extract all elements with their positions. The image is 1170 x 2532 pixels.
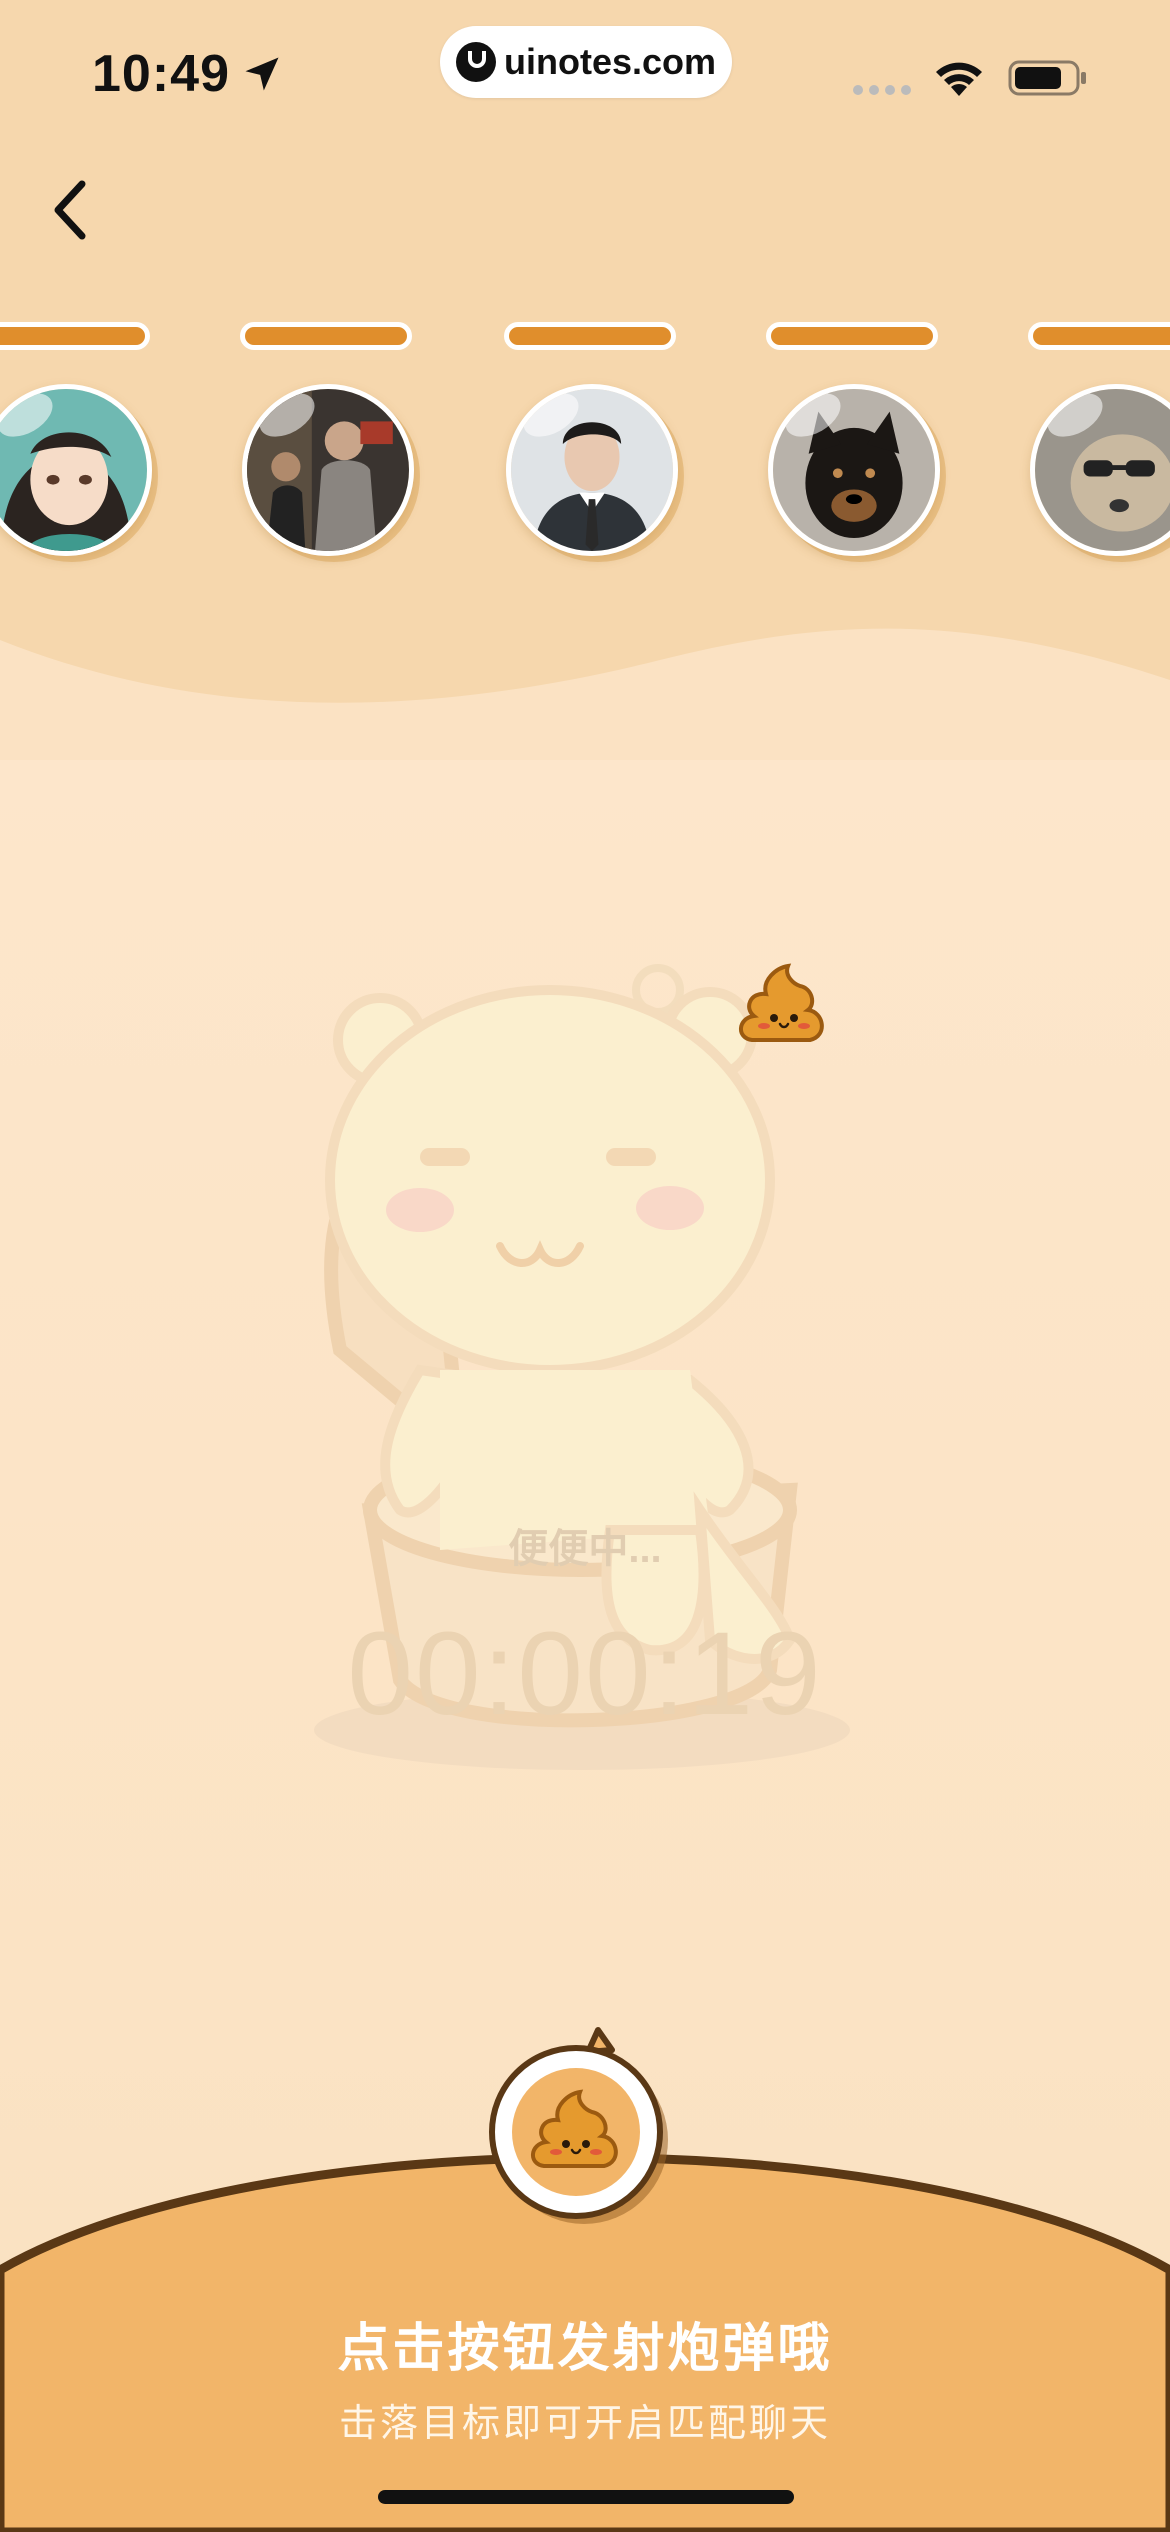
avatar-anime-girl[interactable] [0,384,152,556]
location-arrow-icon [245,57,279,91]
status-time: 10:49 [92,45,230,103]
avatar-health-bar [0,322,150,350]
avatar-item[interactable] [764,322,944,562]
avatar-health-bar [1028,322,1170,350]
fire-button[interactable] [488,2024,668,2224]
avatar-black-dog[interactable] [768,384,940,556]
avatar-health-bar [504,322,676,350]
battery-icon [1008,60,1086,96]
hint-title: 点击按钮发射炮弹哦 [337,2320,833,2378]
status-text: 便便中... [508,1527,662,1571]
avatar-man-in-suit[interactable] [506,384,678,556]
avatar-item[interactable] [502,322,682,562]
hint-subtitle: 击落目标即可开启匹配聊天 [338,2403,831,2445]
avatar-street-photo[interactable] [242,384,414,556]
site-logo-icon [456,42,496,82]
elapsed-timer: 00:00:19 [347,1608,823,1740]
poop-icon [739,963,824,1042]
avatar-health-bar [240,322,412,350]
back-button[interactable] [36,170,106,250]
signal-icon [853,85,911,95]
avatar-health-bar [766,322,938,350]
chevron-left-icon [54,180,86,240]
avatar-item[interactable] [0,322,156,562]
wifi-icon [936,62,982,96]
url-pill[interactable]: uinotes.com [440,26,732,98]
avatar-item[interactable] [238,322,418,562]
avatar-dog-sunglasses[interactable] [1030,384,1170,556]
avatar-item[interactable] [1026,322,1170,562]
home-indicator[interactable] [378,2490,794,2504]
url-text: uinotes.com [504,41,717,82]
